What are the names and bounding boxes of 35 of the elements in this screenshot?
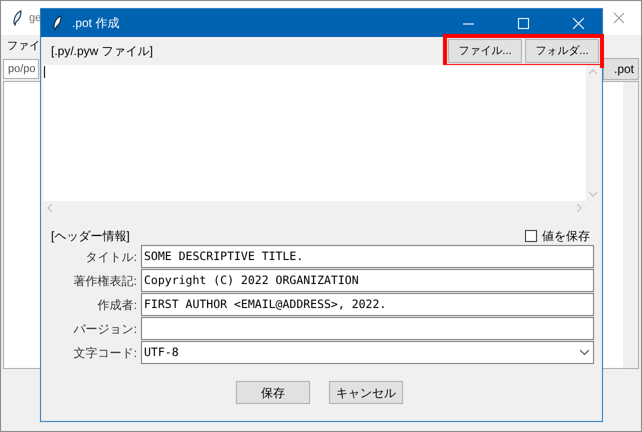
checkbox-label: 値を保存 [542, 228, 590, 245]
field-label: タイトル: [84, 248, 138, 266]
cancel-button[interactable]: キャンセル [329, 381, 403, 404]
input-field[interactable] [141, 317, 594, 340]
field-label: 文字コード: [72, 344, 138, 362]
window-title: .pot 作成 [72, 15, 120, 32]
text-cursor [44, 66, 45, 78]
input-field[interactable]: FIRST AUTHOR <EMAIL@ADDRESS>, 2022. [141, 293, 594, 316]
scroll-down-icon[interactable] [589, 192, 597, 197]
dropdown[interactable]: UTF-8 [141, 341, 594, 364]
field-label: 作成者: [96, 296, 138, 314]
scroll-up-icon[interactable] [589, 69, 597, 74]
scrollbar[interactable] [623, 82, 638, 368]
folder-button[interactable]: フォルダ... [525, 39, 599, 63]
pot-button[interactable]: .pot [603, 58, 639, 80]
input-field[interactable]: SOME DESCRIPTIVE TITLE. [141, 245, 594, 268]
vertical-scrollbar[interactable] [586, 65, 600, 201]
feather-icon [53, 15, 62, 31]
field-label: バージョン: [72, 320, 138, 338]
input-field[interactable]: Copyright (C) 2022 ORGANIZATION [141, 269, 594, 292]
save-button[interactable]: 保存 [236, 381, 310, 404]
close-icon[interactable] [613, 12, 625, 24]
maximize-icon[interactable] [518, 18, 529, 28]
field-label: 著作権表記: [72, 272, 138, 290]
input-field[interactable]: po/po [3, 59, 39, 79]
menu-item[interactable]: ファイ [7, 38, 40, 54]
scroll-right-icon[interactable] [577, 204, 582, 212]
feather-icon [13, 10, 22, 26]
section-label: [.py/.pyw ファイル] [51, 43, 154, 60]
section-label: [ヘッダー情報] [51, 228, 130, 245]
window-title: ge [29, 10, 42, 26]
chevron-icon [580, 350, 589, 355]
scroll-left-icon[interactable] [47, 204, 52, 212]
file-button[interactable]: ファイル... [448, 39, 522, 63]
checkbox[interactable] [525, 230, 537, 242]
